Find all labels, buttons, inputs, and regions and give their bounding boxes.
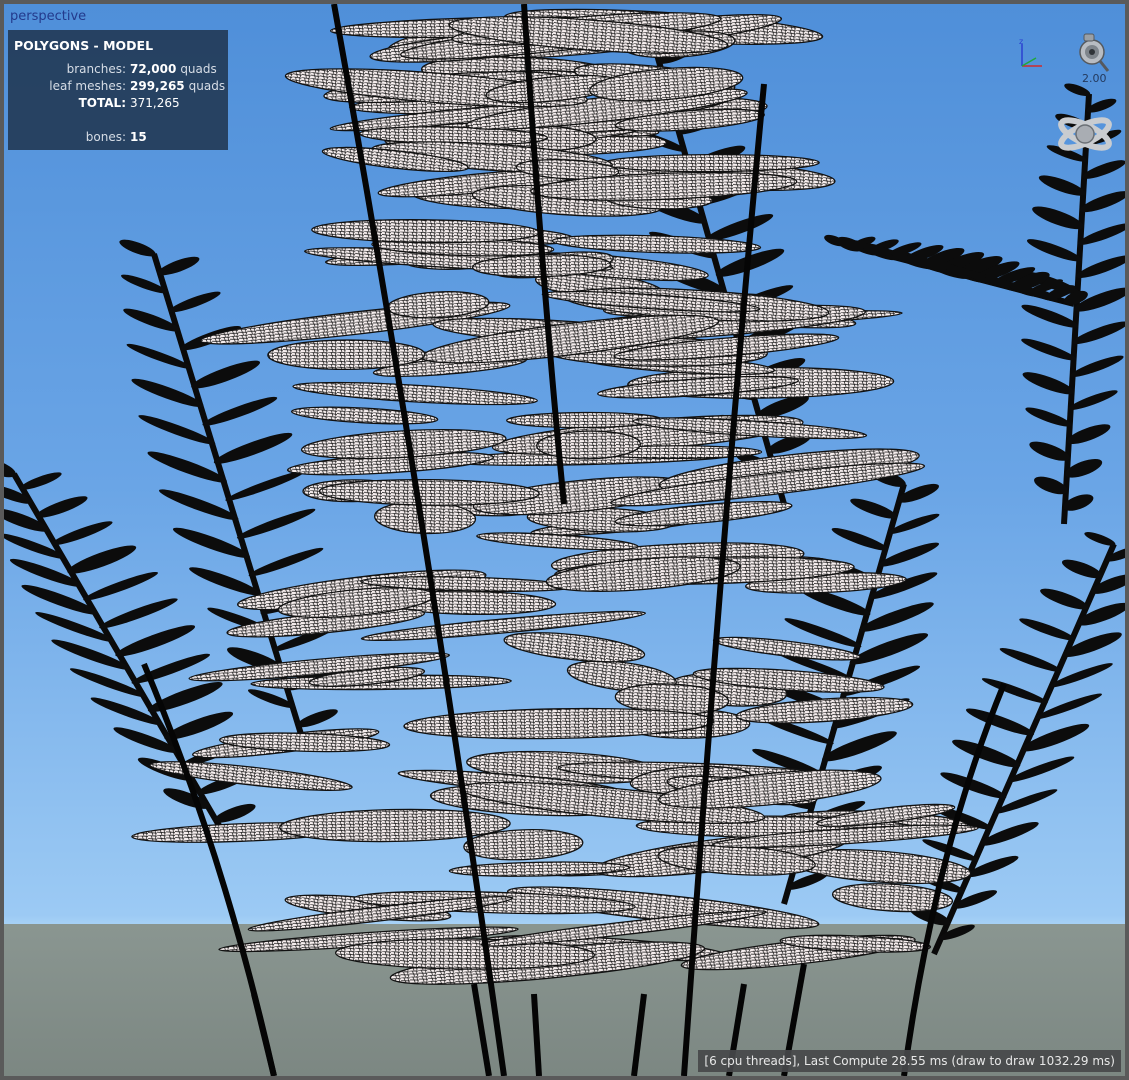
3d-viewport[interactable]: perspective POLYGONS - MODEL branches: 7… bbox=[4, 4, 1125, 1076]
axis-gizmo-icon[interactable]: z bbox=[1012, 38, 1052, 78]
status-bar: [6 cpu threads], Last Compute 28.55 ms (… bbox=[698, 1050, 1121, 1072]
branches-unit: quads bbox=[180, 62, 217, 76]
leaf-meshes-value: 299,265 bbox=[130, 79, 185, 93]
leaf-meshes-unit: quads bbox=[188, 79, 226, 93]
svg-text:z: z bbox=[1019, 38, 1023, 46]
stats-row-branches: branches: 72,000 quads bbox=[8, 62, 228, 78]
total-value: 371,265 bbox=[130, 96, 180, 110]
stats-row-bones: bones: 15 bbox=[8, 130, 228, 146]
stats-row-total: TOTAL: 371,265 bbox=[8, 96, 228, 112]
total-label: TOTAL: bbox=[78, 96, 126, 110]
fern-wireframe-render bbox=[4, 4, 1125, 1076]
leaf-meshes-label: leaf meshes: bbox=[49, 79, 126, 93]
zoom-value: 2.00 bbox=[1082, 72, 1107, 85]
branches-label: branches: bbox=[66, 62, 126, 76]
bones-label: bones: bbox=[85, 130, 126, 144]
branches-value: 72,000 bbox=[130, 62, 177, 76]
polygon-stats-panel: POLYGONS - MODEL branches: 72,000 quads l… bbox=[8, 30, 228, 150]
stats-title: POLYGONS - MODEL bbox=[14, 38, 154, 53]
bones-value: 15 bbox=[130, 130, 147, 144]
camera-zoom-icon[interactable] bbox=[1070, 32, 1110, 74]
view-label[interactable]: perspective bbox=[10, 9, 86, 24]
orbit-icon[interactable] bbox=[1056, 108, 1114, 160]
stats-row-leaf-meshes: leaf meshes: 299,265 quads bbox=[8, 79, 228, 95]
